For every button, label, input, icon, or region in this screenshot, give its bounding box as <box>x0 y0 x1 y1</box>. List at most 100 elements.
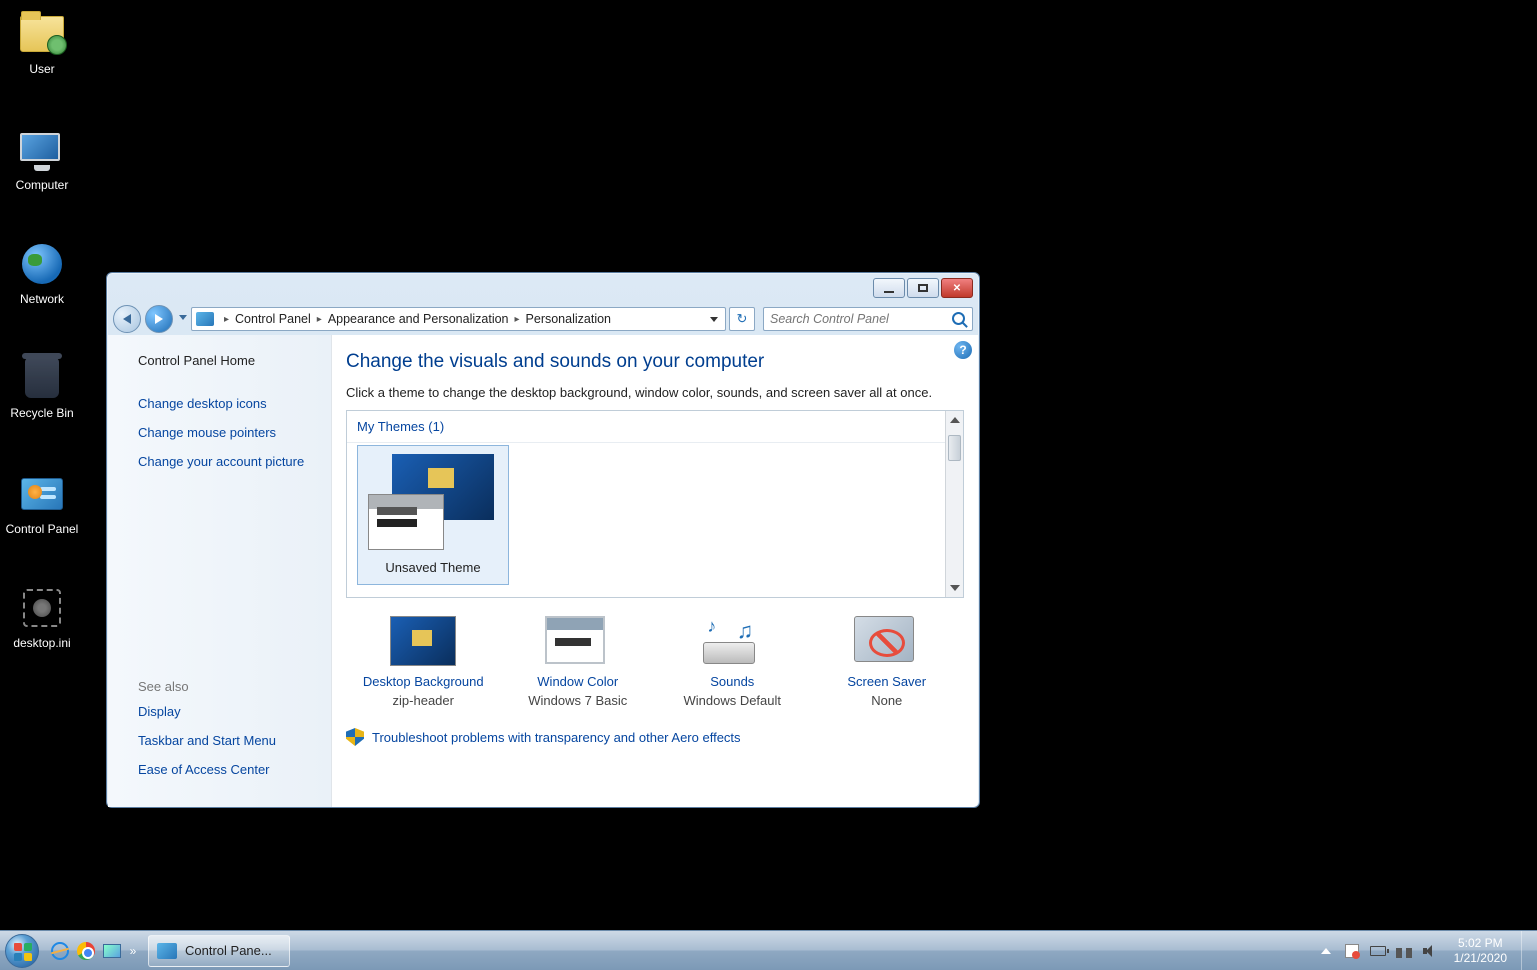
desktop-icon-recycle-bin[interactable]: Recycle Bin <box>2 354 82 420</box>
window-color-icon <box>545 616 611 666</box>
show-desktop-button[interactable] <box>1521 931 1531 970</box>
control-panel-icon <box>196 312 214 326</box>
scroll-down-button[interactable] <box>946 579 963 597</box>
pinned-chrome[interactable] <box>74 937 98 965</box>
breadcrumb-separator: ▸ <box>224 314 229 325</box>
recycle-bin-icon <box>18 354 66 402</box>
quick-value: Windows Default <box>657 693 807 708</box>
breadcrumb-item[interactable]: Appearance and Personalization <box>328 312 509 326</box>
scroll-up-button[interactable] <box>946 411 963 429</box>
address-dropdown[interactable] <box>707 317 721 322</box>
search-icon[interactable] <box>952 312 966 326</box>
folder-icon <box>18 10 66 58</box>
pinned-explorer[interactable] <box>100 937 124 965</box>
minimize-icon <box>884 291 894 293</box>
quick-window-color[interactable]: Window Color Windows 7 Basic <box>503 616 653 708</box>
quick-screen-saver[interactable]: Screen Saver None <box>812 616 962 708</box>
themes-scrollbar[interactable] <box>945 411 963 597</box>
close-button[interactable]: ✕ <box>941 278 973 298</box>
taskbar-overflow[interactable]: » <box>124 944 142 958</box>
start-button[interactable] <box>0 931 44 970</box>
battery-icon <box>1370 946 1386 956</box>
desktop-icon-computer[interactable]: Computer <box>2 126 82 192</box>
flag-icon <box>1345 944 1359 958</box>
sidebar-link-display[interactable]: Display <box>138 704 276 719</box>
internet-explorer-icon <box>51 942 69 960</box>
windows-orb-icon <box>5 934 39 968</box>
tray-overflow[interactable] <box>1318 943 1334 959</box>
quick-value: None <box>812 693 962 708</box>
quick-title: Sounds <box>657 674 807 689</box>
sounds-icon: ♪♫ <box>699 616 765 666</box>
pinned-ie[interactable] <box>48 937 72 965</box>
taskbar-clock[interactable]: 5:02 PM 1/21/2020 <box>1454 936 1507 965</box>
desktop-icon-label: Control Panel <box>2 522 82 536</box>
help-icon: ? <box>959 343 966 357</box>
breadcrumb-separator: ▸ <box>515 314 520 325</box>
sidebar-link-taskbar[interactable]: Taskbar and Start Menu <box>138 733 276 748</box>
search-input[interactable] <box>770 312 952 326</box>
desktop-icon-label: Recycle Bin <box>2 406 82 420</box>
tray-volume[interactable] <box>1422 943 1438 959</box>
minimize-button[interactable] <box>873 278 905 298</box>
breadcrumb-item[interactable]: Control Panel <box>235 312 311 326</box>
quick-settings-row: Desktop Background zip-header Window Col… <box>346 616 964 708</box>
address-bar[interactable]: ▸ Control Panel ▸ Appearance and Persona… <box>191 307 726 331</box>
refresh-button[interactable]: ↻ <box>729 307 755 331</box>
chrome-icon <box>77 942 95 960</box>
breadcrumb-item[interactable]: Personalization <box>526 312 611 326</box>
theme-item-unsaved[interactable]: Unsaved Theme <box>357 445 509 585</box>
forward-button[interactable] <box>145 305 173 333</box>
history-dropdown[interactable] <box>179 315 187 323</box>
system-tray: 5:02 PM 1/21/2020 <box>1318 931 1537 970</box>
theme-name: Unsaved Theme <box>366 560 500 575</box>
quick-desktop-background[interactable]: Desktop Background zip-header <box>348 616 498 708</box>
computer-icon <box>18 126 66 174</box>
taskbar: » Control Pane... 5:02 PM 1/21/2020 <box>0 930 1537 970</box>
tray-battery[interactable] <box>1370 943 1386 959</box>
desktop-icon-control-panel[interactable]: Control Panel <box>2 470 82 536</box>
desktop-icon-label: User <box>2 62 82 76</box>
shield-icon <box>346 728 364 746</box>
desktop-icon-desktop-ini[interactable]: desktop.ini <box>2 584 82 650</box>
sidebar-home[interactable]: Control Panel Home <box>138 353 331 368</box>
search-box[interactable] <box>763 307 973 331</box>
scroll-thumb[interactable] <box>948 435 961 461</box>
desktop-icon-user[interactable]: User <box>2 10 82 76</box>
sidebar-link-mouse-pointers[interactable]: Change mouse pointers <box>138 425 331 440</box>
sidebar: Control Panel Home Change desktop icons … <box>108 335 332 807</box>
troubleshoot-link[interactable]: Troubleshoot problems with transparency … <box>372 730 741 745</box>
troubleshoot-row: Troubleshoot problems with transparency … <box>346 728 964 746</box>
arrow-left-icon <box>123 314 131 324</box>
close-icon: ✕ <box>953 283 961 294</box>
see-also-heading: See also <box>138 679 276 694</box>
quick-title: Window Color <box>503 674 653 689</box>
quick-sounds[interactable]: ♪♫ Sounds Windows Default <box>657 616 807 708</box>
desktop-background-icon <box>390 616 456 666</box>
control-panel-icon <box>18 470 66 518</box>
desktop-icon-network[interactable]: Network <box>2 240 82 306</box>
taskbar-item-control-panel[interactable]: Control Pane... <box>148 935 290 967</box>
page-title: Change the visuals and sounds on your co… <box>346 351 964 373</box>
sidebar-see-also: See also Display Taskbar and Start Menu … <box>138 679 276 791</box>
refresh-icon: ↻ <box>737 311 748 327</box>
sidebar-link-account-picture[interactable]: Change your account picture <box>138 454 331 469</box>
back-button[interactable] <box>113 305 141 333</box>
control-panel-window: ✕ ▸ Control Panel ▸ Appearance and Perso… <box>106 272 980 808</box>
navigation-bar: ▸ Control Panel ▸ Appearance and Persona… <box>107 303 979 335</box>
help-button[interactable]: ? <box>954 341 972 359</box>
desktop-icon-label: desktop.ini <box>2 636 82 650</box>
sidebar-link-ease-of-access[interactable]: Ease of Access Center <box>138 762 276 777</box>
maximize-icon <box>918 284 928 292</box>
pinned-apps <box>48 937 124 965</box>
speaker-icon <box>1423 944 1437 958</box>
tray-action-center[interactable] <box>1344 943 1360 959</box>
theme-preview <box>366 454 500 554</box>
file-icon <box>18 584 66 632</box>
tray-network[interactable] <box>1396 943 1412 959</box>
maximize-button[interactable] <box>907 278 939 298</box>
explorer-icon <box>103 944 121 958</box>
page-description: Click a theme to change the desktop back… <box>346 385 964 400</box>
window-titlebar[interactable]: ✕ <box>107 273 979 303</box>
sidebar-link-desktop-icons[interactable]: Change desktop icons <box>138 396 331 411</box>
